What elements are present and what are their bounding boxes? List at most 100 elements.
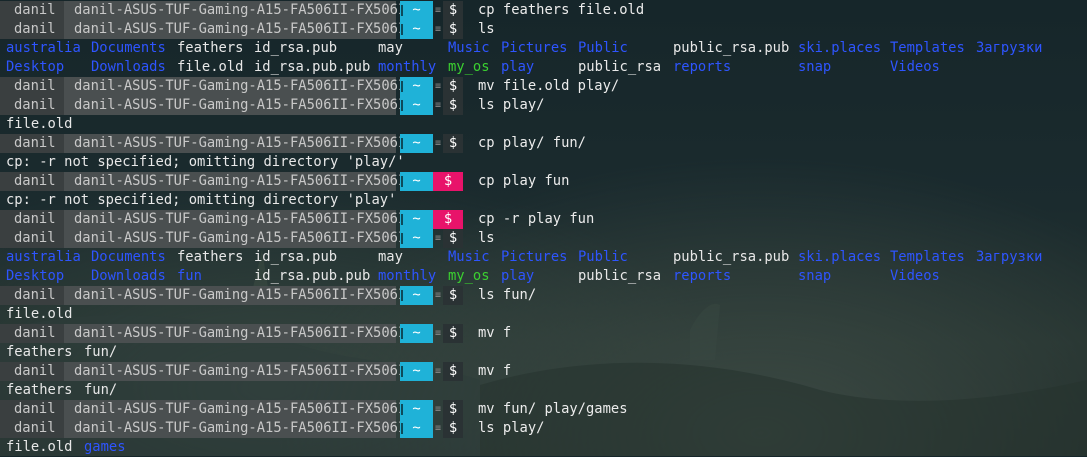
prompt-symbol: $ <box>443 229 463 248</box>
directory-name: fun <box>177 268 202 284</box>
prompt-dir-marker <box>401 5 403 16</box>
file-name: may <box>378 249 403 265</box>
directory-name: australia <box>6 40 81 56</box>
directory-name: ski.places <box>798 249 882 265</box>
prompt-line: danil danil-ASUS-TUF-Gaming-A15-FA506II-F… <box>0 134 1087 153</box>
file-name: public_rsa.pub <box>673 40 790 56</box>
file-name: public_rsa.pub <box>673 249 790 265</box>
prompt-dir-marker <box>401 366 403 377</box>
prompt-line: danil danil-ASUS-TUF-Gaming-A15-FA506II-F… <box>0 1 1087 20</box>
output-text: fun/ <box>84 344 118 360</box>
prompt-symbol: $ <box>443 400 463 419</box>
directory-name: Pictures <box>501 40 568 56</box>
command-text: ls play/ <box>478 97 545 113</box>
command-output: feathers fun/ <box>0 343 1087 362</box>
directory-name: play <box>501 59 535 75</box>
command-text: ls <box>478 230 495 246</box>
prompt-directory: ~ <box>400 419 433 438</box>
prompt-host: danil-ASUS-TUF-Gaming-A15-FA506II-FX506I… <box>64 362 415 381</box>
prompt-symbol: $ <box>443 96 463 115</box>
command-text: cp play/ fun/ <box>478 135 586 151</box>
prompt-dir-marker <box>401 214 403 225</box>
ls-output-row: Desktop Downloads fun id_rsa.pub.pub monthly… <box>0 267 1087 286</box>
executable-name: my_os <box>448 268 490 284</box>
prompt-user: danil <box>0 1 64 20</box>
output-text: file.old <box>6 116 73 132</box>
prompt-line: danil danil-ASUS-TUF-Gaming-A15-FA506II-F… <box>0 419 1087 438</box>
output-text: file.old <box>6 306 73 322</box>
output-text: cp: -r not specified; omitting directory… <box>6 154 405 170</box>
directory-name: games <box>84 439 126 455</box>
directory-name: Pictures <box>501 249 568 265</box>
command-text: ls play/ <box>478 420 545 436</box>
prompt-directory: ~ <box>400 324 433 343</box>
prompt-directory: ~ <box>400 229 433 248</box>
prompt-separator-icon: ≡ <box>434 81 442 92</box>
prompt-line: danil danil-ASUS-TUF-Gaming-A15-FA506II-F… <box>0 210 1087 229</box>
file-name: may <box>378 40 403 56</box>
prompt-directory: ~ <box>400 210 433 229</box>
output-text: cp: -r not specified; omitting directory… <box>6 192 397 208</box>
prompt-line: danil danil-ASUS-TUF-Gaming-A15-FA506II-F… <box>0 77 1087 96</box>
directory-name: Desktop <box>6 268 65 284</box>
prompt-host: danil-ASUS-TUF-Gaming-A15-FA506II-FX506I… <box>64 324 415 343</box>
command-output: cp: -r not specified; omitting directory… <box>0 191 1087 210</box>
prompt-line: danil danil-ASUS-TUF-Gaming-A15-FA506II-F… <box>0 362 1087 381</box>
executable-name: my_os <box>448 59 490 75</box>
prompt-separator-icon: ≡ <box>434 100 442 111</box>
directory-name: Documents <box>91 249 166 265</box>
prompt-symbol: $ <box>443 419 463 438</box>
prompt-symbol: $ <box>443 324 463 343</box>
output-text: feathers <box>6 344 73 360</box>
prompt-line: danil danil-ASUS-TUF-Gaming-A15-FA506II-F… <box>0 286 1087 305</box>
command-output: file.old <box>0 115 1087 134</box>
output-text: file.old <box>6 439 73 455</box>
file-name: public_rsa <box>578 268 662 284</box>
directory-name: Public <box>578 40 628 56</box>
prompt-dir-marker <box>401 24 403 35</box>
prompt-error-symbol: $ <box>433 172 463 191</box>
prompt-host: danil-ASUS-TUF-Gaming-A15-FA506II-FX506I… <box>64 20 415 39</box>
output-text: fun/ <box>84 382 118 398</box>
command-text: mv f <box>478 363 512 379</box>
prompt-line: danil danil-ASUS-TUF-Gaming-A15-FA506II-F… <box>0 20 1087 39</box>
command-text: ls <box>478 21 495 37</box>
prompt-host: danil-ASUS-TUF-Gaming-A15-FA506II-FX506I… <box>64 77 415 96</box>
prompt-user: danil <box>0 210 64 229</box>
directory-name: Videos <box>890 268 940 284</box>
prompt-host: danil-ASUS-TUF-Gaming-A15-FA506II-FX506I… <box>64 229 415 248</box>
command-text: mv fun/ play/games <box>478 401 628 417</box>
prompt-host: danil-ASUS-TUF-Gaming-A15-FA506II-FX506I… <box>64 1 415 20</box>
prompt-separator-icon: ≡ <box>434 328 442 339</box>
directory-name: Music <box>448 40 490 56</box>
prompt-dir-marker <box>401 423 403 434</box>
prompt-error-symbol: $ <box>433 210 463 229</box>
prompt-symbol: $ <box>443 20 463 39</box>
prompt-separator-icon: ≡ <box>434 290 442 301</box>
directory-name: Templates <box>890 249 965 265</box>
prompt-symbol: $ <box>443 1 463 20</box>
prompt-user: danil <box>0 134 64 153</box>
prompt-symbol: $ <box>443 286 463 305</box>
prompt-user: danil <box>0 96 64 115</box>
prompt-dir-marker <box>401 81 403 92</box>
file-name: id_rsa.pub <box>254 40 338 56</box>
output-text: feathers <box>6 382 73 398</box>
directory-name: reports <box>673 268 732 284</box>
prompt-directory: ~ <box>400 134 433 153</box>
prompt-user: danil <box>0 324 64 343</box>
prompt-user: danil <box>0 286 64 305</box>
prompt-symbol: $ <box>443 134 463 153</box>
prompt-user: danil <box>0 20 64 39</box>
command-output: feathers fun/ <box>0 381 1087 400</box>
command-text: mv f <box>478 325 512 341</box>
prompt-user: danil <box>0 400 64 419</box>
directory-name: Templates <box>890 40 965 56</box>
file-name: feathers <box>177 40 244 56</box>
prompt-user: danil <box>0 362 64 381</box>
directory-name: snap <box>798 268 832 284</box>
ls-output-row: australia Documents feathers id_rsa.pub may M… <box>0 39 1087 58</box>
command-text: cp feathers file.old <box>478 2 645 18</box>
directory-name: australia <box>6 249 81 265</box>
prompt-host: danil-ASUS-TUF-Gaming-A15-FA506II-FX506I… <box>64 286 415 305</box>
